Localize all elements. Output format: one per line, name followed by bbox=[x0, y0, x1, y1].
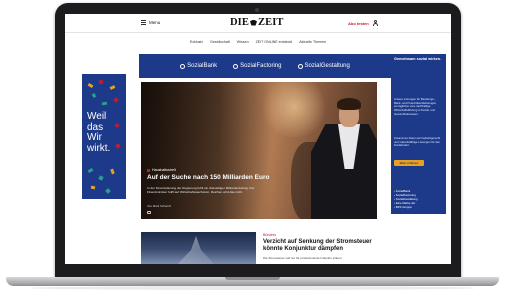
article-kicker: Bündnis bbox=[263, 233, 276, 237]
laptop-lid: Menu DIE ZEIT Abo testen Exklusiv Gesell… bbox=[55, 3, 461, 279]
ad-right-list: SozialBank SozialFactoring SozialGestalt… bbox=[394, 189, 442, 209]
brand-dot-icon bbox=[180, 63, 186, 69]
hero-teaser: In der Finanzplanung der Regierung fehlt… bbox=[147, 186, 255, 195]
user-icon[interactable] bbox=[373, 20, 378, 26]
comment-icon[interactable] bbox=[147, 211, 151, 214]
ad-item-sozialbank[interactable]: SozialBank bbox=[180, 63, 217, 69]
ad-item-sozialfactoring[interactable]: SozialFactoring bbox=[233, 63, 282, 69]
confetti-shape bbox=[109, 85, 116, 90]
ad-banner-left[interactable]: Weil das Wir wirkt. bbox=[82, 74, 126, 199]
nav-item-entdeckt[interactable]: ZEIT ONLINE entdeckt bbox=[256, 40, 293, 44]
logo-text-left: DIE bbox=[230, 17, 249, 28]
ad-item-label: SozialBank bbox=[187, 63, 218, 69]
hero-photo-person-hair bbox=[337, 98, 361, 110]
site-header: Menu DIE ZEIT Abo testen bbox=[65, 14, 451, 33]
brand-dot-icon bbox=[233, 63, 239, 69]
confetti-shape bbox=[105, 188, 111, 194]
nav-item-gesellschaft[interactable]: Gesellschaft bbox=[210, 40, 230, 44]
confetti-shape bbox=[110, 168, 115, 175]
slogan-line: Wir bbox=[87, 132, 102, 143]
screen: Menu DIE ZEIT Abo testen Exklusiv Gesell… bbox=[65, 14, 451, 264]
nav-item-wissen[interactable]: Wissen bbox=[237, 40, 249, 44]
site-logo[interactable]: DIE ZEIT bbox=[230, 17, 283, 28]
confetti-shape bbox=[91, 93, 97, 98]
hero-photo-overlay bbox=[141, 82, 271, 219]
article-teaser: Die Stromsteuer soll nur für produzieren… bbox=[263, 256, 343, 260]
ad-banner-right[interactable]: Gemeinsam sozial wirken. Unsere Lösungen… bbox=[391, 54, 446, 214]
hero-title[interactable]: Auf der Suche nach 150 Milliarden Euro bbox=[147, 174, 272, 182]
confetti-shape bbox=[98, 79, 104, 85]
hero-author: Von Mark Schieritz bbox=[147, 204, 172, 208]
confetti-shape bbox=[87, 82, 94, 89]
laptop-shadow bbox=[30, 286, 475, 290]
ad-right-headline: Gemeinsam sozial wirken. bbox=[394, 57, 442, 61]
kicker-marker-icon bbox=[147, 168, 150, 172]
menu-label: Menu bbox=[149, 20, 161, 25]
laptop-base bbox=[6, 277, 499, 286]
slogan-line: Weil bbox=[87, 111, 107, 122]
hero-kicker-label: Haushaltsstreit bbox=[152, 168, 176, 172]
hero-kicker: Haushaltsstreit bbox=[147, 168, 176, 172]
confetti-shape bbox=[114, 123, 120, 128]
eagle-icon bbox=[249, 19, 257, 26]
brand-dot-icon bbox=[297, 63, 303, 69]
ad-item-label: SozialFactoring bbox=[240, 63, 282, 69]
confetti-shape bbox=[87, 167, 94, 174]
ad-right-body: Unsere Lösungen für Beratungs-, Bank- un… bbox=[394, 97, 437, 116]
ad-right-list-item: BFS Gruppe bbox=[394, 205, 442, 209]
confetti-shape bbox=[98, 175, 104, 181]
ad-item-label: SozialGestaltung bbox=[304, 63, 350, 69]
ad-left-slogan: Weil das Wir wirkt. bbox=[87, 111, 111, 154]
power-pylon-shape bbox=[171, 236, 221, 264]
logo-text-right: ZEIT bbox=[257, 17, 284, 28]
confetti-shape bbox=[101, 101, 108, 106]
confetti-shape bbox=[113, 97, 119, 103]
ad-right-cta-button[interactable]: Mehr erfahren bbox=[394, 160, 424, 166]
ad-banner-top[interactable]: SozialBank SozialFactoring SozialGestalt… bbox=[139, 54, 391, 78]
article-image[interactable] bbox=[141, 232, 256, 264]
article-title[interactable]: Verzicht auf Senkung der Stromsteuer kön… bbox=[263, 239, 383, 253]
confetti-shape bbox=[90, 185, 96, 190]
slogan-line: wirkt. bbox=[87, 142, 111, 154]
main-nav: Exklusiv Gesellschaft Wissen ZEIT ONLINE… bbox=[65, 37, 451, 47]
nav-item-exklusiv[interactable]: Exklusiv bbox=[190, 40, 203, 44]
ad-item-sozialgestaltung[interactable]: SozialGestaltung bbox=[297, 63, 350, 69]
ad-right-body-2: Zusammen bieten wir bedarfsgerecht und z… bbox=[394, 136, 441, 148]
camera-icon bbox=[255, 8, 259, 12]
laptop-hinge-notch bbox=[225, 277, 280, 280]
hamburger-icon bbox=[141, 20, 146, 25]
abo-link[interactable]: Abo testen bbox=[348, 21, 369, 26]
hero-article[interactable]: Haushaltsstreit Auf der Suche nach 150 M… bbox=[141, 82, 377, 219]
menu-button[interactable]: Menu bbox=[141, 20, 160, 25]
confetti-shape bbox=[115, 143, 121, 149]
nav-item-aktuelle-themen[interactable]: Aktuelle Themen bbox=[299, 40, 326, 44]
